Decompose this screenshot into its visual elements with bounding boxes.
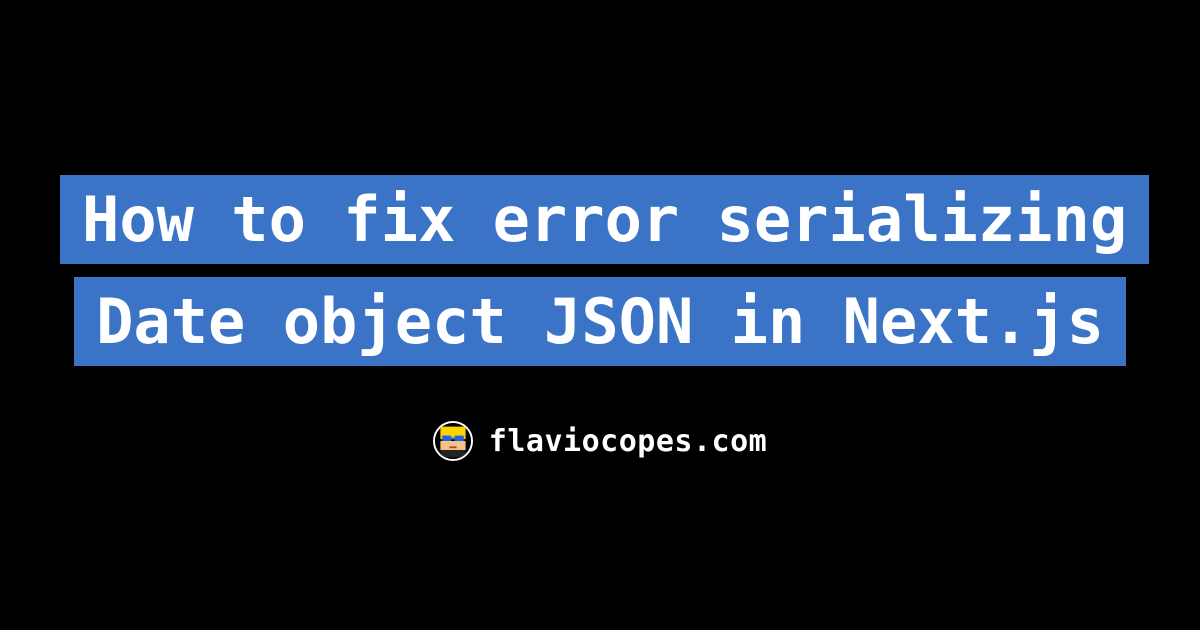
byline: flaviocopes.com — [433, 421, 767, 461]
site-name: flaviocopes.com — [489, 424, 767, 459]
author-avatar-icon — [433, 421, 473, 461]
post-title: How to fix error serializing Date object… — [60, 175, 1149, 366]
post-title-wrap: How to fix error serializing Date object… — [60, 169, 1140, 374]
